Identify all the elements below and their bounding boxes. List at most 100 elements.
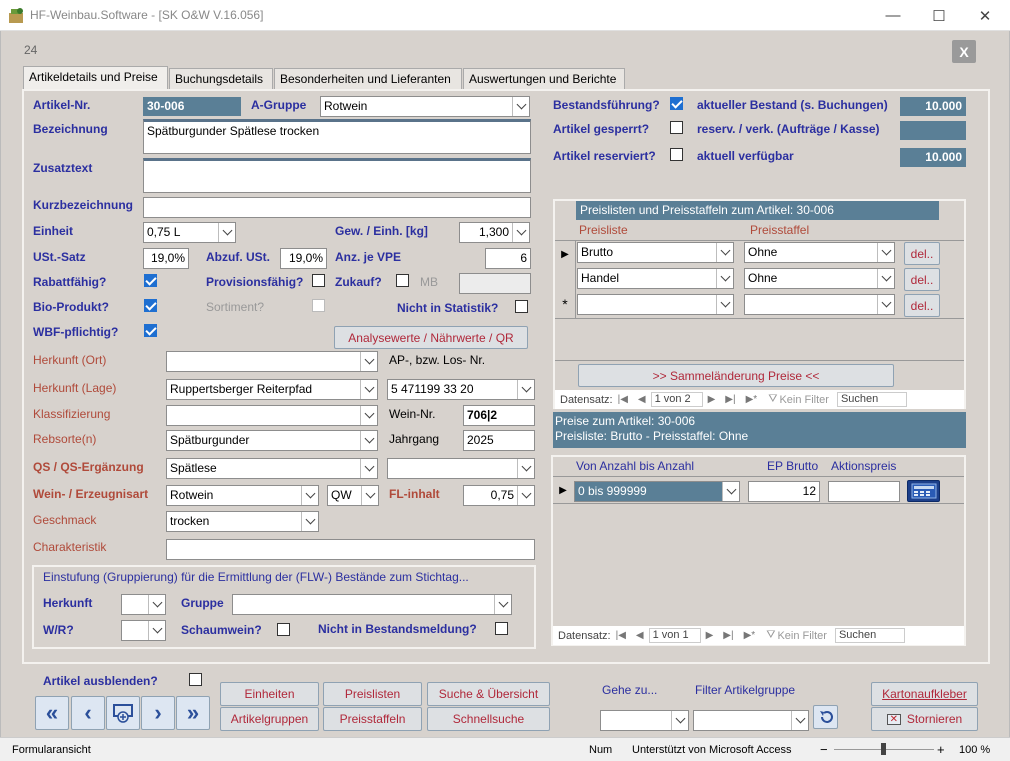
delete-row-button-1[interactable]: del.. (904, 242, 940, 265)
geschmack-select[interactable]: trocken (166, 511, 319, 532)
tab-auswertungen[interactable]: Auswertungen und Berichte (463, 68, 625, 89)
chevron-down-icon[interactable] (517, 486, 534, 505)
minimize-button[interactable]: — (870, 0, 916, 31)
ust-field[interactable]: 19,0% (143, 248, 189, 269)
einheiten-button[interactable]: Einheiten (220, 682, 319, 706)
bio-checkbox[interactable] (144, 299, 157, 312)
zoom-out-icon[interactable]: − (820, 742, 828, 757)
qs-select[interactable]: Spätlese (166, 458, 378, 479)
first-record-icon[interactable]: |◀ (618, 394, 628, 405)
einst-gruppe-select[interactable] (232, 594, 512, 615)
klass-select[interactable] (166, 405, 378, 426)
maximize-button[interactable]: ☐ (916, 0, 962, 31)
filter-gruppe-select[interactable] (693, 710, 809, 731)
chevron-down-icon[interactable] (361, 486, 378, 505)
von-bis-select[interactable]: 0 bis 999999 (574, 481, 740, 502)
wbf-checkbox[interactable] (144, 324, 157, 337)
filter-funnel-icon[interactable]: ⛛ (766, 629, 775, 642)
einheit-select[interactable]: 0,75 L (143, 222, 236, 243)
chevron-down-icon[interactable] (148, 595, 165, 614)
delete-row-button-2[interactable]: del.. (904, 268, 940, 291)
bestandsfuehrung-checkbox[interactable] (670, 97, 683, 110)
chevron-down-icon[interactable] (877, 243, 894, 262)
charakt-field[interactable] (166, 539, 535, 560)
abzuf-field[interactable]: 19,0% (280, 248, 327, 269)
filter-status[interactable]: Kein Filter (779, 394, 829, 406)
preislisten-button[interactable]: Preislisten (323, 682, 422, 706)
statistik-checkbox[interactable] (515, 300, 528, 313)
chevron-down-icon[interactable] (722, 482, 739, 501)
tab-artikeldetails[interactable]: Artikeldetails und Preise (23, 66, 168, 90)
zoom-in-icon[interactable]: + (937, 742, 945, 757)
analyse-button[interactable]: Analysewerte / Nährwerte / QR (334, 326, 528, 349)
form-close-button[interactable]: X (952, 40, 976, 63)
herkunft-lage-select[interactable]: Ruppertsberger Reiterpfad (166, 379, 378, 400)
preisliste-select-1[interactable]: Brutto (577, 242, 734, 263)
last-record-button[interactable]: » (176, 696, 210, 730)
fl-select[interactable]: 0,75 (463, 485, 535, 506)
close-window-button[interactable]: ✕ (962, 0, 1008, 31)
sammelaenderung-button[interactable]: >> Sammeländerung Preise << (578, 364, 894, 387)
stornieren-button[interactable]: ✕ Stornieren (871, 707, 978, 731)
preisstaffel-select-1[interactable]: Ohne (744, 242, 895, 263)
gew-select[interactable]: 1,300 (459, 222, 530, 243)
zoom-slider-handle[interactable] (881, 743, 886, 755)
aktionspreis-field[interactable] (828, 481, 900, 502)
last-record-icon[interactable]: ▶| (725, 394, 735, 405)
preisstaffel-select-new[interactable] (744, 294, 895, 315)
einst-bestand-checkbox[interactable] (495, 622, 508, 635)
chevron-down-icon[interactable] (301, 486, 318, 505)
ap-nr-select[interactable]: 5 471199 33 20 (387, 379, 535, 400)
gehe-zu-select[interactable] (600, 710, 689, 731)
herkunft-ort-select[interactable] (166, 351, 378, 372)
first-record-button[interactable]: « (35, 696, 69, 730)
undo-filter-icon[interactable] (813, 705, 838, 729)
chevron-down-icon[interactable] (517, 380, 534, 399)
chevron-down-icon[interactable] (716, 295, 733, 314)
next-record-button[interactable]: › (141, 696, 175, 730)
qs-ergaenzung-select[interactable] (387, 458, 535, 479)
schnellsuche-button[interactable]: Schnellsuche (427, 707, 550, 731)
prev-record-icon[interactable]: ◀ (636, 630, 644, 641)
artikelgruppen-button[interactable]: Artikelgruppen (220, 707, 319, 731)
first-record-icon[interactable]: |◀ (616, 630, 626, 641)
next-record-icon[interactable]: ▶ (706, 630, 714, 641)
filter-status[interactable]: Kein Filter (777, 630, 827, 642)
tab-besonderheiten[interactable]: Besonderheiten und Lieferanten (274, 68, 462, 89)
preisstaffeln-button[interactable]: Preisstaffeln (323, 707, 422, 731)
preisliste-select-2[interactable]: Handel (577, 268, 734, 289)
weinart-select[interactable]: Rotwein (166, 485, 319, 506)
einst-wr-select[interactable] (121, 620, 166, 641)
artikel-nr-field[interactable]: 30-006 (143, 97, 241, 116)
chevron-down-icon[interactable] (517, 459, 534, 478)
prev-record-icon[interactable]: ◀ (638, 394, 646, 405)
chevron-down-icon[interactable] (360, 406, 377, 425)
chevron-down-icon[interactable] (360, 459, 377, 478)
new-record-button[interactable] (106, 696, 140, 730)
agruppe-select[interactable]: Rotwein (320, 96, 530, 117)
ausblenden-checkbox[interactable] (189, 673, 202, 686)
prov-checkbox[interactable] (312, 274, 325, 287)
next-record-icon[interactable]: ▶ (708, 394, 716, 405)
chevron-down-icon[interactable] (791, 711, 808, 730)
chevron-down-icon[interactable] (494, 595, 511, 614)
chevron-down-icon[interactable] (716, 269, 733, 288)
jahrgang-field[interactable]: 2025 (463, 430, 535, 451)
weinart2-select[interactable]: QW (327, 485, 379, 506)
calculator-icon[interactable] (907, 480, 940, 502)
rebsorte-select[interactable]: Spätburgunder (166, 430, 378, 451)
rabatt-checkbox[interactable] (144, 274, 157, 287)
ep-brutto-field[interactable]: 12 (748, 481, 820, 502)
chevron-down-icon[interactable] (301, 512, 318, 531)
zukauf-checkbox[interactable] (396, 274, 409, 287)
reserviert-checkbox[interactable] (670, 148, 683, 161)
chevron-down-icon[interactable] (360, 352, 377, 371)
new-record-icon[interactable]: ▶* (746, 394, 758, 405)
chevron-down-icon[interactable] (716, 243, 733, 262)
preisliste-select-new[interactable] (577, 294, 734, 315)
bezeichnung-field[interactable]: Spätburgunder Spätlese trocken (143, 119, 531, 154)
tab-buchungsdetails[interactable]: Buchungsdetails (169, 68, 273, 89)
prev-record-button[interactable]: ‹ (71, 696, 105, 730)
row-selector-icon[interactable]: ▶ (555, 241, 575, 267)
new-record-icon[interactable]: ▶* (744, 630, 756, 641)
